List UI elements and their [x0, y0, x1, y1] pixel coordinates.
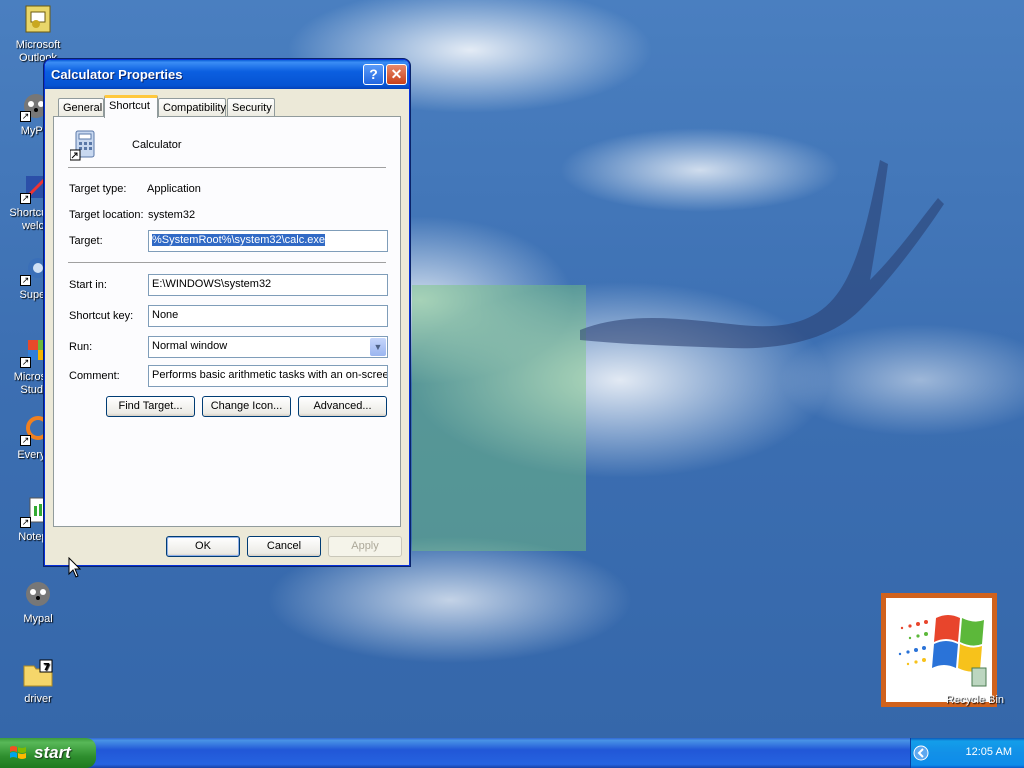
target-field-text: %SystemRoot%\system32\calc.exe [152, 234, 326, 246]
target-type-label: Target type: [69, 183, 127, 195]
desktop-icon-driver[interactable]: 7 driver [0, 658, 76, 706]
run-label: Run: [69, 341, 93, 353]
comment-label: Comment: [69, 370, 120, 382]
wallpaper-diver-silhouette [580, 160, 944, 349]
start-in-label: Start in: [69, 279, 107, 291]
tab-general[interactable]: General [58, 98, 104, 117]
ok-button[interactable]: OK [166, 536, 240, 557]
start-in-field[interactable]: E:\WINDOWS\system32 [148, 274, 388, 296]
recycle-bin-label: Recycle Bin [945, 694, 1005, 706]
mypal-icon [22, 578, 54, 610]
wallpaper-green-square [412, 285, 586, 551]
dialog-titlebar[interactable]: Calculator Properties ? ✕ [45, 60, 409, 89]
shortcut-arrow-icon: ↗ [20, 517, 31, 528]
shortcut-arrow-icon: ↗ [20, 111, 31, 122]
chevron-down-icon[interactable]: ▼ [370, 338, 386, 356]
desktop-icon-label: driver [24, 693, 52, 705]
help-icon[interactable]: ? [363, 64, 384, 85]
divider [68, 262, 386, 263]
divider [68, 167, 386, 168]
shortcut-panel: Calculator Target type: Application Targ… [53, 116, 401, 527]
tab-compatibility[interactable]: Compatibility [158, 98, 226, 117]
shortcut-arrow-icon: ↗ [20, 193, 31, 204]
start-button[interactable]: start [0, 738, 96, 768]
run-select-value: Normal window [152, 340, 228, 352]
recycle-bin-icon[interactable] [881, 593, 997, 707]
target-location-label: Target location: [69, 209, 144, 221]
shortcut-arrow-icon: ↗ [20, 275, 31, 286]
windows-flag-icon [10, 746, 26, 759]
app-name: Calculator [132, 139, 182, 151]
target-location-value: system32 [148, 209, 196, 221]
target-label: Target: [69, 235, 103, 247]
dialog-title: Calculator Properties [51, 67, 183, 82]
cancel-button[interactable]: Cancel [247, 536, 321, 557]
mouse-cursor-icon [68, 557, 82, 578]
advanced-button[interactable]: Advanced... [298, 396, 387, 417]
target-type-value: Application [147, 183, 201, 195]
windows-logo-icon [898, 615, 987, 687]
svg-text:7: 7 [43, 662, 50, 673]
target-field[interactable]: %SystemRoot%\system32\calc.exe [148, 230, 388, 252]
tab-shortcut[interactable]: Shortcut [104, 95, 158, 118]
shortcut-key-field[interactable]: None [148, 305, 388, 327]
desktop-icon-outlook[interactable]: Microsoft Outlook [0, 4, 76, 65]
chevron-left-icon[interactable] [913, 745, 929, 761]
shortcut-arrow-icon: ↗ [20, 435, 31, 446]
clock[interactable]: 12:05 AM [966, 746, 1012, 758]
change-icon-button[interactable]: Change Icon... [202, 396, 291, 417]
shortcut-key-label: Shortcut key: [69, 310, 134, 322]
close-icon[interactable]: ✕ [386, 64, 407, 85]
find-target-button[interactable]: Find Target... [106, 396, 195, 417]
tab-security[interactable]: Security [227, 98, 275, 117]
run-select[interactable]: Normal window ▼ [148, 336, 388, 358]
system-tray: 12:05 AM [910, 738, 1024, 768]
folder-icon: 7 [22, 658, 54, 690]
outlook-icon [22, 4, 54, 36]
comment-field[interactable]: Performs basic arithmetic tasks with an … [148, 365, 388, 387]
shortcut-arrow-icon: ↗ [20, 357, 31, 368]
calculator-app-icon [69, 129, 98, 161]
properties-dialog: Calculator Properties ? ✕ General Shortc… [44, 59, 410, 566]
apply-button[interactable]: Apply [328, 536, 402, 557]
start-label: start [34, 743, 71, 762]
desktop-icon-mypal-2[interactable]: Mypal [0, 578, 76, 626]
taskbar: start 12:05 AM [0, 738, 1024, 768]
desktop-icon-label: Mypal [23, 613, 53, 625]
